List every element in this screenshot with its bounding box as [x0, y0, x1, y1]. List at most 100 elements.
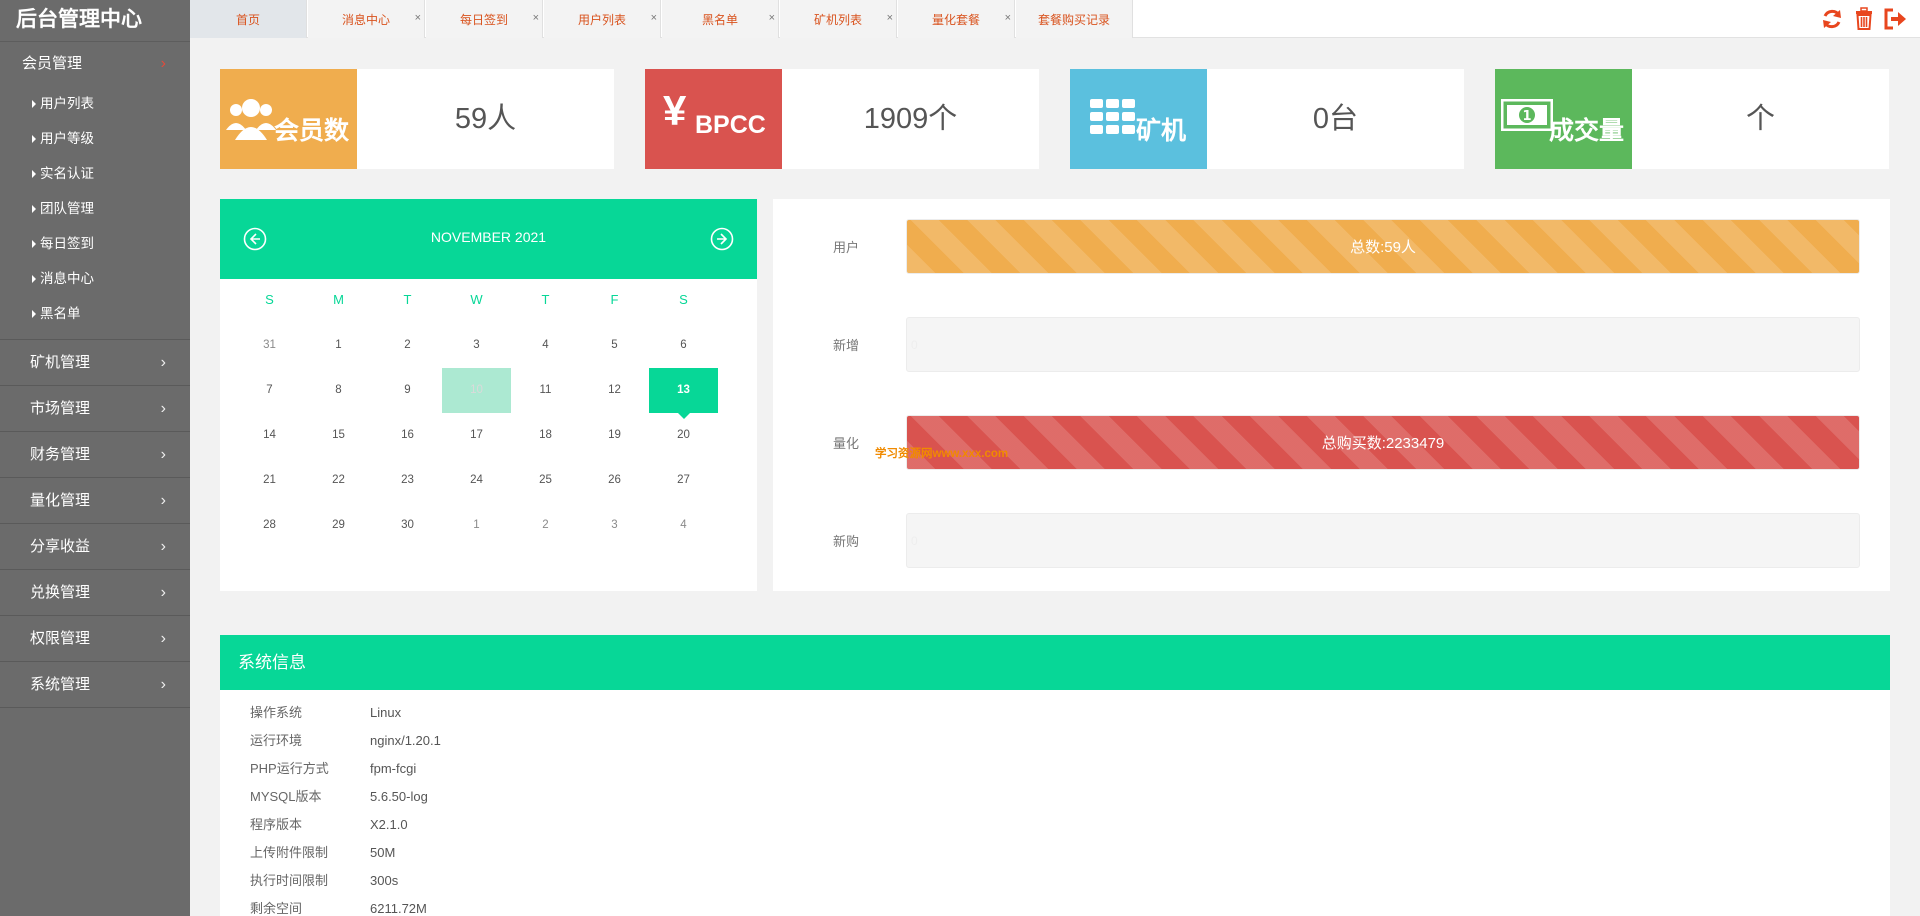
progress-bar-new-purchases: 0 — [906, 513, 1860, 568]
info-value: X2.1.0 — [370, 817, 408, 832]
sidebar-item-user-list[interactable]: 用户列表 — [0, 86, 190, 121]
calendar-day[interactable]: 1 — [442, 503, 511, 548]
menu-head-share[interactable]: 分享收益 › — [0, 524, 190, 569]
menu-head-quant[interactable]: 量化管理 › — [0, 478, 190, 523]
menu-head-exchange[interactable]: 兑换管理 › — [0, 570, 190, 615]
calendar-day[interactable]: 4 — [511, 323, 580, 368]
sidebar-item-verification[interactable]: 实名认证 — [0, 156, 190, 191]
bullet-arrow-icon — [32, 275, 36, 283]
info-value: 50M — [370, 845, 396, 860]
chevron-right-icon: › — [160, 400, 166, 417]
menu-head-system[interactable]: 系统管理 › — [0, 662, 190, 707]
calendar-day[interactable]: 31 — [235, 323, 304, 368]
progress-bar-quant: 总购买数:2233479 — [906, 415, 1860, 470]
stats-progress-panel: 用户 总数:59人 新增 0 量化 总购买数:2233479 学习资源网www.… — [773, 199, 1890, 591]
calendar-day[interactable]: 3 — [580, 503, 649, 548]
menu-head-label: 权限管理 — [30, 630, 91, 647]
stat-value: 个 — [1745, 103, 1775, 135]
calendar-day[interactable]: 4 — [649, 503, 718, 548]
tab-checkin[interactable]: 每日签到 × — [426, 0, 543, 38]
calendar-day[interactable]: 27 — [649, 458, 718, 503]
menu-group-share: 分享收益 › — [0, 524, 190, 570]
sidebar-item-messages[interactable]: 消息中心 — [0, 261, 190, 296]
calendar-day[interactable]: 24 — [442, 458, 511, 503]
progress-label: 用户 — [833, 240, 860, 255]
menu-head-miners[interactable]: 矿机管理 › — [0, 340, 190, 385]
users-icon — [226, 99, 276, 140]
sidebar-item-checkin[interactable]: 每日签到 — [0, 226, 190, 261]
tab-blacklist[interactable]: 黑名单 × — [662, 0, 779, 38]
calendar-day[interactable]: 14 — [235, 413, 304, 458]
menu-head-finance[interactable]: 财务管理 › — [0, 432, 190, 477]
refresh-icon[interactable] — [1819, 6, 1845, 32]
progress-label: 量化 — [833, 436, 860, 451]
menu-head-market[interactable]: 市场管理 › — [0, 386, 190, 431]
menu-head-permissions[interactable]: 权限管理 › — [0, 616, 190, 661]
calendar-day[interactable]: 25 — [511, 458, 580, 503]
close-icon[interactable]: × — [651, 0, 657, 38]
weekday-header: T — [403, 292, 412, 307]
progress-text: 总数:59人 — [1350, 239, 1416, 256]
close-icon[interactable]: × — [769, 0, 775, 38]
close-icon[interactable]: × — [415, 0, 421, 38]
calendar-day[interactable]: 7 — [235, 368, 304, 413]
calendar-day[interactable]: 23 — [373, 458, 442, 503]
chevron-right-icon: › — [160, 354, 166, 371]
calendar-day[interactable]: 9 — [373, 368, 442, 413]
calendar-day[interactable]: 19 — [580, 413, 649, 458]
close-icon[interactable]: × — [887, 0, 893, 38]
calendar-day[interactable]: 22 — [304, 458, 373, 503]
sidebar-item-label: 用户列表 — [40, 96, 94, 111]
trash-icon[interactable] — [1851, 6, 1877, 32]
sidebar-item-label: 用户等级 — [40, 131, 94, 146]
tab-quant-packages[interactable]: 量化套餐 × — [898, 0, 1015, 38]
tab-package-purchases[interactable]: 套餐购买记录 — [1016, 0, 1133, 38]
sidebar-item-blacklist[interactable]: 黑名单 — [0, 296, 190, 331]
progress-label: 新购 — [833, 534, 860, 549]
calendar-day[interactable]: 2 — [511, 503, 580, 548]
calendar-day[interactable]: 21 — [235, 458, 304, 503]
calendar-day[interactable]: 18 — [511, 413, 580, 458]
calendar-day[interactable]: 11 — [511, 368, 580, 413]
sidebar-item-user-level[interactable]: 用户等级 — [0, 121, 190, 156]
calendar-day[interactable]: 5 — [580, 323, 649, 368]
stat-icon-block: ¥ BPCC — [645, 69, 782, 169]
money-icon: 1 — [1501, 99, 1553, 131]
calendar-day[interactable]: 2 — [373, 323, 442, 368]
info-row: MYSQL版本 5.6.50-log — [250, 783, 428, 811]
calendar-day[interactable]: 15 — [304, 413, 373, 458]
weekday-header: W — [470, 292, 483, 307]
logout-icon[interactable] — [1882, 6, 1908, 32]
close-icon[interactable]: × — [1005, 0, 1011, 38]
info-row: 执行时间限制 300s — [250, 867, 398, 895]
stat-card-miners: 矿机 0台 — [1070, 69, 1464, 169]
next-month-icon[interactable] — [710, 227, 734, 251]
calendar-day[interactable]: 1 — [304, 323, 373, 368]
tab-user-list[interactable]: 用户列表 × — [544, 0, 661, 38]
tab-messages[interactable]: 消息中心 × — [308, 0, 425, 38]
calendar-day[interactable]: 12 — [580, 368, 649, 413]
calendar-day[interactable]: 6 — [649, 323, 718, 368]
calendar-day[interactable]: 26 — [580, 458, 649, 503]
info-key: 上传附件限制 — [250, 845, 329, 860]
calendar-day[interactable]: 8 — [304, 368, 373, 413]
calendar-day[interactable]: 13 — [649, 368, 718, 419]
calendar-day[interactable]: 20 — [649, 413, 718, 458]
calendar-day[interactable]: 3 — [442, 323, 511, 368]
info-row: 剩余空间 6211.72M — [250, 895, 427, 916]
submenu: 用户列表 用户等级 实名认证 团队管理 每日签到 消息中心 黑名单 — [0, 86, 190, 339]
tab-miner-list[interactable]: 矿机列表 × — [780, 0, 897, 38]
menu-head-members[interactable]: 会员管理 › — [0, 42, 190, 86]
calendar-day[interactable]: 10 — [442, 368, 511, 413]
calendar-day[interactable]: 28 — [235, 503, 304, 548]
sidebar-item-team[interactable]: 团队管理 — [0, 191, 190, 226]
stat-value: 1909个 — [863, 103, 958, 135]
tab-label: 每日签到 — [459, 13, 508, 27]
menu-group-exchange: 兑换管理 › — [0, 570, 190, 616]
calendar-day[interactable]: 30 — [373, 503, 442, 548]
tab-home[interactable]: 首页 — [190, 0, 307, 38]
calendar-day[interactable]: 29 — [304, 503, 373, 548]
calendar-day[interactable]: 17 — [442, 413, 511, 458]
close-icon[interactable]: × — [533, 0, 539, 38]
calendar-day[interactable]: 16 — [373, 413, 442, 458]
